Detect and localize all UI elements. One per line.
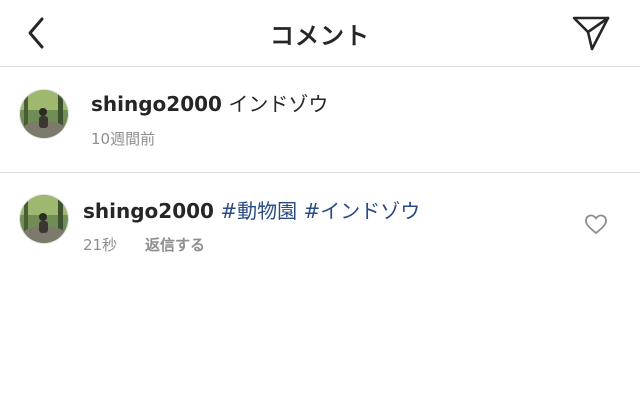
caption-text: shingo2000 インドゾウ <box>91 88 328 117</box>
hashtag-link[interactable]: #動物園 <box>220 199 297 223</box>
post-caption <box>0 67 640 173</box>
paper-plane-icon <box>572 16 610 51</box>
header-bar: コメント <box>0 0 640 67</box>
share-button[interactable] <box>570 13 612 53</box>
page-title: コメント <box>270 22 370 50</box>
hashtag-link[interactable]: #インドゾウ <box>303 199 420 223</box>
avatar-image <box>20 195 68 243</box>
avatar-image <box>20 90 68 138</box>
comment-text: shingo2000 #動物園 #インドゾウ <box>83 195 420 224</box>
comment-username[interactable]: shingo2000 <box>83 199 214 223</box>
caption-timestamp: 10週間前 <box>91 130 156 148</box>
comment-timestamp: 21秒 <box>83 236 118 254</box>
reply-button[interactable]: 返信する <box>145 234 205 255</box>
avatar[interactable] <box>19 89 69 139</box>
caption-username[interactable]: shingo2000 <box>91 92 222 116</box>
heart-outline-icon <box>585 214 607 234</box>
avatar[interactable] <box>19 194 69 244</box>
caption-body: インドゾウ <box>221 92 329 116</box>
like-button[interactable] <box>584 213 608 235</box>
